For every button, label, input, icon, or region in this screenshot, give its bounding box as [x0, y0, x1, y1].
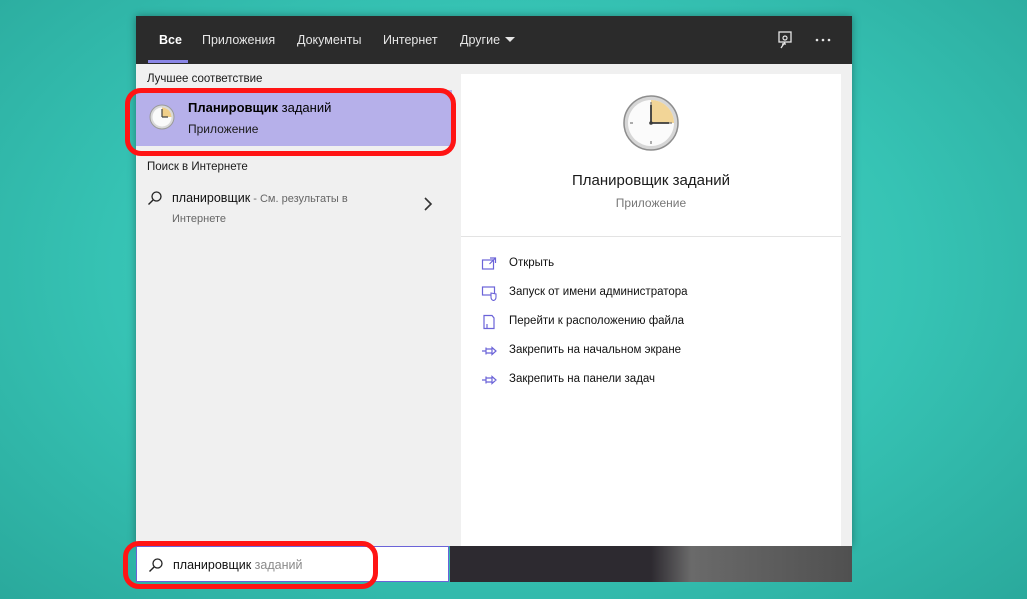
action-pin-to-taskbar-label: Закрепить на панели задач: [509, 373, 656, 385]
search-icon: [148, 191, 162, 205]
pin-icon: [482, 375, 497, 385]
tab-apps[interactable]: Приложения: [202, 16, 275, 64]
highlight-search-box: [123, 541, 378, 589]
tab-other[interactable]: Другие: [460, 16, 516, 64]
preview-app-type: Приложение: [615, 196, 687, 210]
task-scheduler-clock-icon: [623, 95, 679, 151]
action-open-label: Открыть: [509, 257, 555, 269]
action-run-as-admin[interactable]: Запуск от имени администратора: [481, 283, 821, 303]
tab-documents[interactable]: Документы: [297, 16, 361, 64]
web-search-text: планировщик - См. результаты в Интернете: [172, 189, 402, 229]
preview-pane: Планировщик заданий Приложение Открыть З…: [461, 74, 841, 546]
web-search-query: планировщик: [172, 191, 251, 205]
action-pin-to-start-label: Закрепить на начальном экране: [509, 344, 682, 356]
web-search-result[interactable]: планировщик - См. результаты в Интернете: [136, 182, 452, 228]
pin-icon: [482, 346, 497, 356]
chevron-down-icon: [505, 37, 516, 42]
tab-internet[interactable]: Интернет: [383, 16, 438, 64]
file-location-icon: [483, 314, 495, 330]
search-tabs-bar: Все Приложения Документы Интернет Другие: [136, 16, 852, 64]
preview-app-name: Планировщик заданий: [572, 172, 730, 189]
action-run-as-admin-label: Запуск от имени администратора: [509, 286, 688, 298]
best-match-heading: Лучшее соответствие: [147, 73, 263, 85]
tab-other-label: Другие: [460, 33, 501, 47]
active-tab-indicator: [148, 60, 188, 63]
action-open-file-location[interactable]: Перейти к расположению файла: [481, 312, 821, 332]
action-pin-to-taskbar[interactable]: Закрепить на панели задач: [481, 370, 821, 390]
action-pin-to-start[interactable]: Закрепить на начальном экране: [481, 341, 821, 361]
highlight-best-match: [125, 88, 456, 156]
web-search-heading: Поиск в Интернете: [147, 161, 248, 173]
divider: [461, 236, 841, 237]
more-icon[interactable]: [813, 30, 833, 50]
admin-shield-icon: [481, 286, 497, 301]
open-icon: [481, 257, 497, 270]
taskbar: [450, 546, 852, 582]
feedback-icon[interactable]: [775, 30, 795, 50]
tab-all[interactable]: Все: [159, 16, 182, 64]
chevron-right-icon[interactable]: [423, 197, 433, 211]
action-open[interactable]: Открыть: [481, 254, 821, 274]
action-open-file-location-label: Перейти к расположению файла: [509, 315, 685, 327]
